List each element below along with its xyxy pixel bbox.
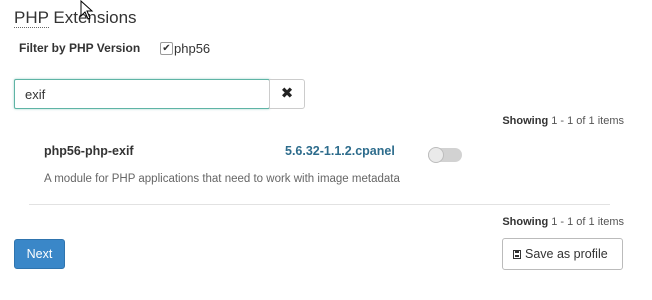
floppy-disk-icon xyxy=(513,250,521,259)
next-button[interactable]: Next xyxy=(14,239,65,269)
extension-description: A module for PHP applications that need … xyxy=(44,173,400,185)
extension-toggle[interactable] xyxy=(428,147,462,163)
save-as-profile-button[interactable]: Save as profile xyxy=(502,238,623,270)
showing-label: Showing xyxy=(502,115,549,127)
save-as-profile-label: Save as profile xyxy=(525,247,608,261)
php56-checkbox[interactable]: ✔ xyxy=(160,42,173,55)
php56-checkbox-label[interactable]: php56 xyxy=(174,41,210,56)
showing-range: 1 - 1 of 1 items xyxy=(551,216,624,228)
showing-label: Showing xyxy=(502,216,549,228)
extension-version-link[interactable]: 5.6.32-1.1.2.cpanel xyxy=(285,144,395,158)
php-abbreviation: PHP xyxy=(14,8,49,28)
extension-name: php56-php-exif xyxy=(44,144,134,158)
showing-range: 1 - 1 of 1 items xyxy=(551,115,624,127)
showing-count-bottom: Showing 1 - 1 of 1 items xyxy=(502,216,624,228)
clear-search-button[interactable]: ✖ xyxy=(269,79,305,109)
showing-count-top: Showing 1 - 1 of 1 items xyxy=(502,115,624,127)
search-input[interactable] xyxy=(14,79,270,109)
page-title: PHP Extensions xyxy=(14,8,137,28)
divider xyxy=(29,204,610,205)
mouse-cursor-icon xyxy=(80,0,94,20)
filter-label: Filter by PHP Version xyxy=(19,41,141,55)
toggle-knob xyxy=(428,147,444,163)
times-icon: ✖ xyxy=(280,85,294,102)
page-title-text: Extensions xyxy=(53,8,137,27)
